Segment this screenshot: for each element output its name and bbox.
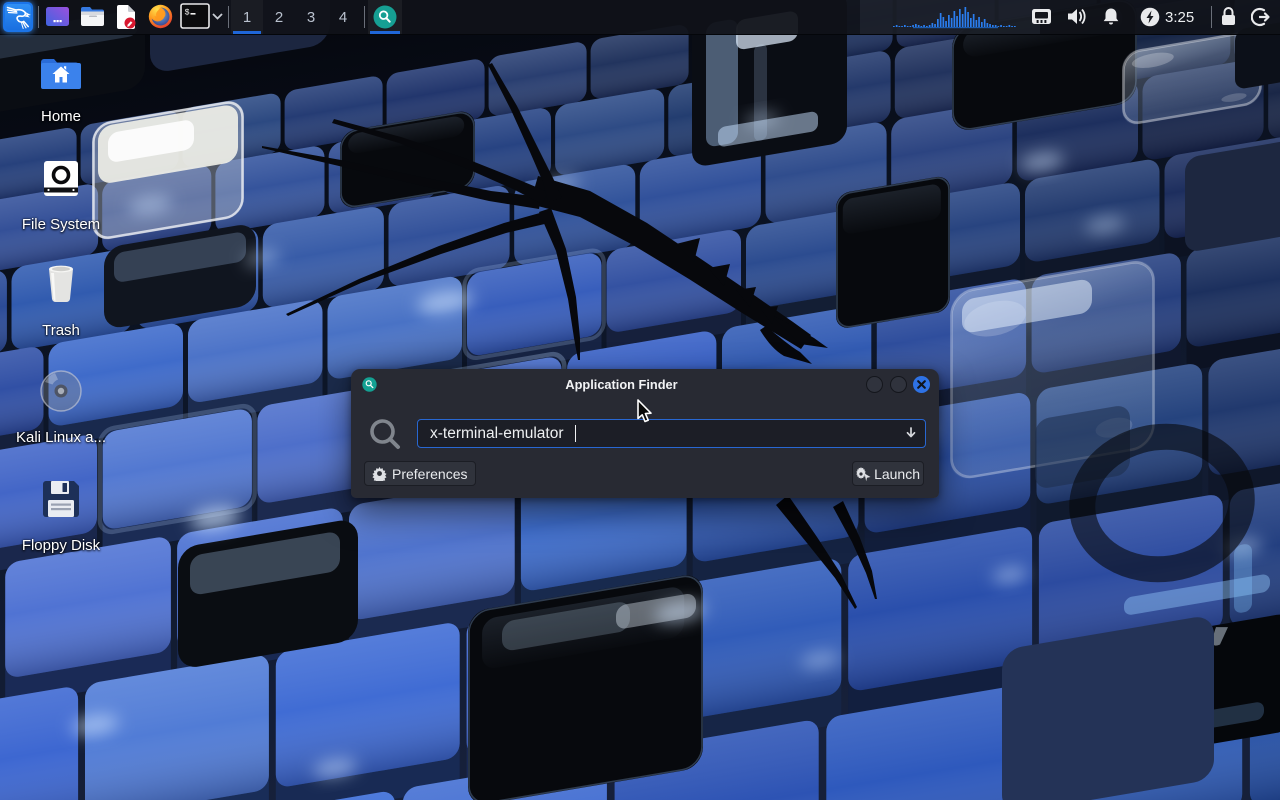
svg-text:$: $ <box>185 8 190 18</box>
